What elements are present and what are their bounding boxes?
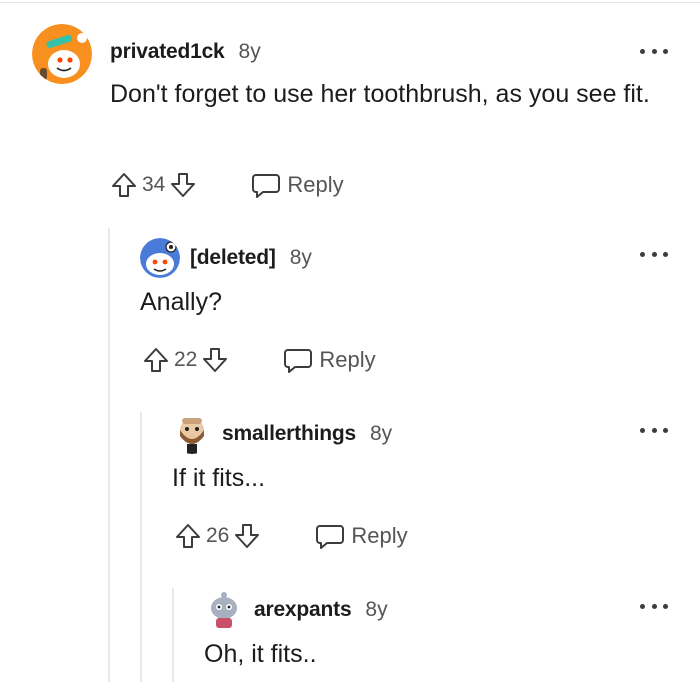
- upvote-button[interactable]: [172, 520, 204, 552]
- comment-actions: 22 Reply: [140, 343, 376, 377]
- comment-age[interactable]: 8y: [370, 422, 392, 446]
- more-options-button[interactable]: [640, 422, 668, 438]
- comment-age[interactable]: 8y: [239, 40, 261, 64]
- dot-icon: [640, 603, 645, 609]
- upvote-button[interactable]: [108, 169, 140, 201]
- top-divider: [0, 2, 700, 3]
- thread-line-level-3[interactable]: [172, 588, 174, 682]
- user-avatar[interactable]: [204, 590, 244, 630]
- snoo-avatar-icon: [172, 414, 212, 454]
- comment-header: [deleted] 8y: [190, 246, 312, 270]
- thread-line-level-1[interactable]: [108, 228, 110, 682]
- username[interactable]: smallerthings: [222, 422, 356, 446]
- user-avatar[interactable]: [140, 238, 180, 278]
- reply-label: Reply: [287, 172, 344, 197]
- comment-header: arexpants 8y: [254, 598, 388, 622]
- comment-bubble-icon: [284, 349, 313, 373]
- snoo-avatar-icon: [140, 238, 180, 278]
- reply-label: Reply: [351, 523, 408, 548]
- more-options-button[interactable]: [640, 43, 668, 59]
- dot-icon: [663, 48, 668, 54]
- comment-body: Anally?: [140, 288, 222, 316]
- downvote-button[interactable]: [167, 169, 199, 201]
- comment-bubble-icon: [252, 174, 281, 198]
- reply-label: Reply: [319, 347, 376, 372]
- downvote-button[interactable]: [199, 344, 231, 376]
- downvote-arrow-icon: [171, 173, 196, 197]
- reply-button[interactable]: Reply: [251, 171, 344, 199]
- reply-button[interactable]: Reply: [315, 522, 408, 550]
- more-options-button[interactable]: [640, 246, 668, 262]
- upvote-arrow-icon: [144, 348, 168, 372]
- vote-score: 34: [142, 173, 166, 196]
- comment-header: smallerthings 8y: [222, 422, 392, 446]
- username[interactable]: [deleted]: [190, 246, 276, 270]
- comment-age[interactable]: 8y: [290, 246, 312, 270]
- dot-icon: [651, 427, 657, 433]
- reply-button[interactable]: Reply: [283, 346, 376, 374]
- comment-body: Don't forget to use her toothbrush, as y…: [110, 80, 650, 108]
- dot-icon: [663, 251, 668, 257]
- snoo-avatar-icon: [32, 24, 92, 84]
- dot-icon: [651, 251, 657, 257]
- dot-icon: [640, 48, 645, 54]
- dot-icon: [651, 48, 657, 54]
- upvote-button[interactable]: [140, 344, 172, 376]
- user-avatar[interactable]: [172, 414, 212, 454]
- dot-icon: [663, 603, 668, 609]
- downvote-arrow-icon: [203, 348, 228, 372]
- snoo-avatar-icon: [204, 590, 244, 630]
- comment-body: Oh, it fits..: [204, 640, 317, 668]
- dot-icon: [640, 427, 645, 433]
- thread-line-level-2[interactable]: [140, 412, 142, 682]
- username[interactable]: privated1ck: [110, 40, 225, 64]
- comment-age[interactable]: 8y: [365, 598, 387, 622]
- vote-score: 26: [206, 524, 230, 547]
- username[interactable]: arexpants: [254, 598, 352, 622]
- upvote-arrow-icon: [112, 173, 136, 197]
- upvote-arrow-icon: [176, 524, 200, 548]
- dot-icon: [651, 603, 657, 609]
- more-options-button[interactable]: [640, 598, 668, 614]
- comment-body: If it fits...: [172, 464, 266, 492]
- comment-header: privated1ck 8y: [110, 40, 261, 64]
- dot-icon: [663, 427, 668, 433]
- comment-actions: 26 Reply: [172, 519, 408, 553]
- downvote-button[interactable]: [231, 520, 263, 552]
- downvote-arrow-icon: [235, 524, 260, 548]
- vote-score: 22: [174, 348, 198, 371]
- dot-icon: [640, 251, 645, 257]
- comment-bubble-icon: [316, 525, 345, 549]
- user-avatar[interactable]: [32, 24, 92, 84]
- comment-actions: 34 Reply: [108, 168, 344, 202]
